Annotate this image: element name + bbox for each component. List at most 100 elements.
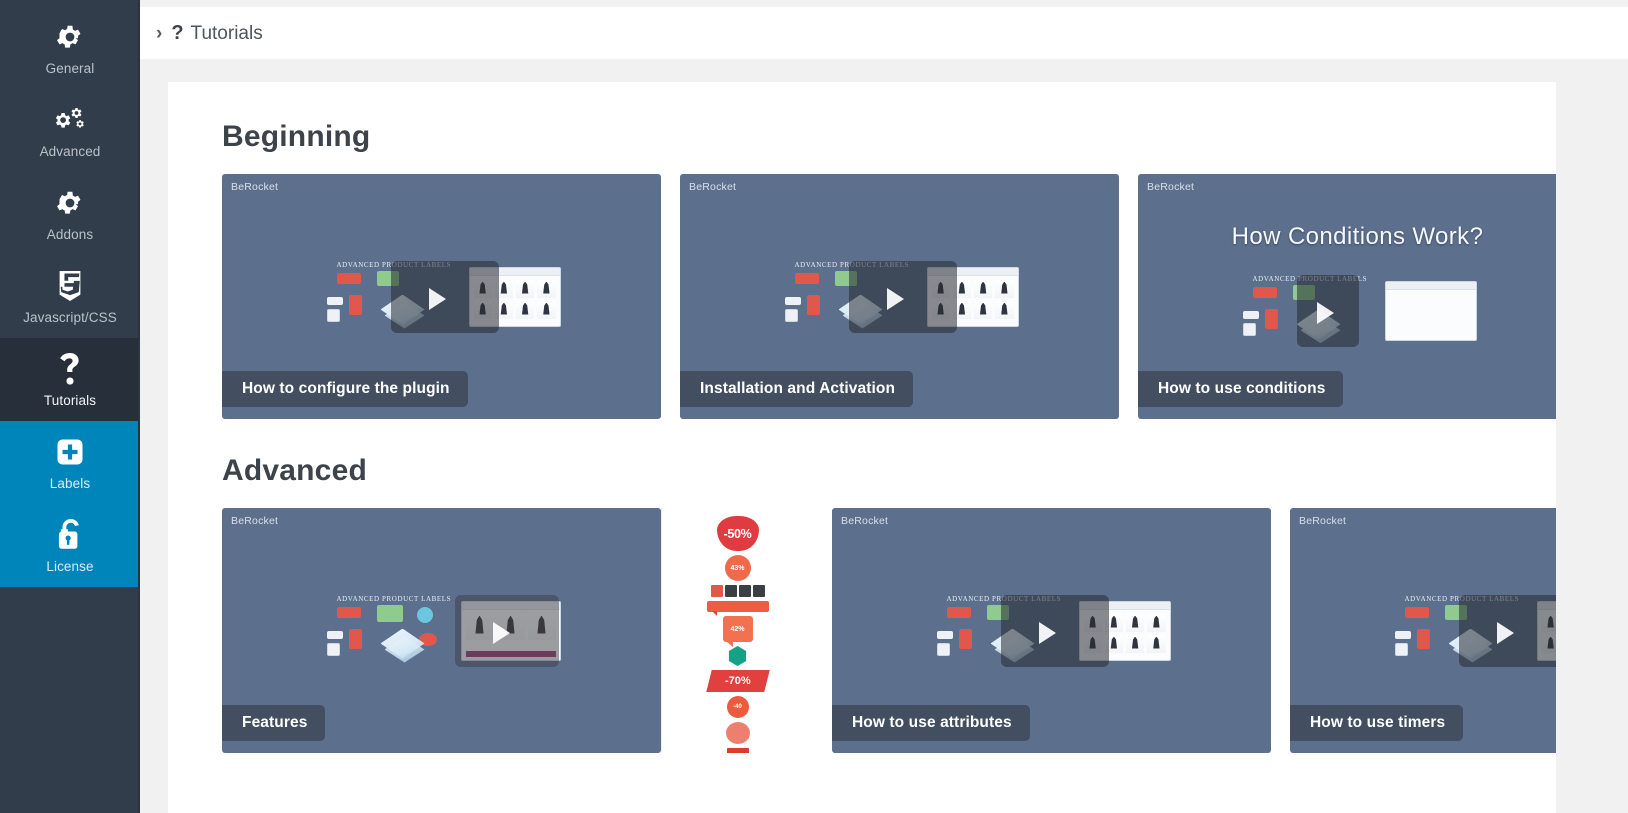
watermark-berocket: BeRocket — [231, 515, 279, 527]
sidebar-item-general[interactable]: General — [0, 6, 140, 89]
content-panel: Beginning BeRocket ADVANCED PRODUCT LABE… — [168, 82, 1556, 813]
label-badge-timer — [710, 585, 765, 597]
label-badge-dot: -40 — [726, 696, 749, 718]
thumb-badge-box — [784, 308, 798, 322]
plus-square-icon — [4, 435, 136, 469]
css3-icon — [4, 269, 136, 303]
thumb-badge-tag — [1264, 309, 1278, 330]
sidebar-item-labels[interactable]: Labels — [0, 421, 140, 504]
sidebar: General Advanced Addons Javascript/CSS T… — [0, 0, 140, 813]
sidebar-item-license[interactable]: License — [0, 504, 140, 587]
sidebar-group-blue: Labels License — [0, 421, 140, 587]
video-card-configure[interactable]: BeRocket ADVANCED PRODUCT LABELS — [222, 174, 661, 419]
thumb-badge-sale — [1404, 606, 1429, 618]
play-triangle-icon[interactable] — [1038, 621, 1056, 644]
breadcrumb: › ? Tutorials — [140, 7, 1628, 59]
sidebar-filler — [0, 587, 140, 813]
sidebar-item-label: License — [46, 559, 94, 574]
sidebar-item-javascript-css[interactable]: Javascript/CSS — [0, 255, 140, 338]
thumb-badge-white — [326, 630, 343, 639]
gear-icon — [4, 20, 136, 54]
video-card-caption: How to use timers — [1290, 705, 1464, 741]
watermark-berocket: BeRocket — [841, 515, 889, 527]
video-thumbnail: ADVANCED PRODUCT LABELS — [933, 594, 1171, 667]
label-badge-parallelogram-text: -70% — [724, 675, 751, 687]
video-overlay-title: How Conditions Work? — [1231, 223, 1484, 250]
thumb-badge-tag — [806, 294, 820, 315]
thumb-badge-box — [326, 308, 340, 322]
gear-icon — [4, 186, 136, 220]
video-card-caption: Installation and Activation — [680, 371, 914, 407]
thumb-badge-white — [326, 296, 343, 305]
thumb-badge-white — [1242, 311, 1259, 320]
label-badge-stamp — [725, 722, 750, 744]
question-icon — [4, 352, 136, 386]
sidebar-item-label: Labels — [49, 476, 91, 491]
thumb-badge-tag — [958, 628, 972, 649]
video-card-conditions[interactable]: BeRocket How Conditions Work? ADVANCED P… — [1138, 174, 1556, 419]
label-badge-hex — [728, 646, 747, 666]
gears-icon — [4, 103, 136, 137]
play-triangle-icon[interactable] — [428, 287, 446, 310]
watermark-berocket: BeRocket — [1299, 515, 1347, 527]
video-card-installation[interactable]: BeRocket ADVANCED PRODUCT LABELS — [680, 174, 1119, 419]
video-thumbnail: ADVANCED PRODUCT LABELS — [323, 260, 561, 333]
play-triangle-icon[interactable] — [1316, 302, 1334, 325]
label-badge-box — [726, 748, 749, 753]
sidebar-item-addons[interactable]: Addons — [0, 172, 140, 255]
thumb-condition-rows — [1386, 290, 1476, 302]
thumb-screen-bar — [1385, 282, 1476, 291]
sidebar-item-label: Advanced — [39, 144, 101, 159]
label-badge-burst: -50% — [716, 516, 759, 551]
sidebar-item-advanced[interactable]: Advanced — [0, 89, 140, 172]
video-card-caption: Features — [222, 705, 326, 741]
thumb-badge-tag — [348, 294, 362, 315]
play-triangle-icon[interactable] — [886, 287, 904, 310]
pane-gap — [140, 59, 1628, 82]
thumb-badge-cyan — [416, 606, 433, 623]
sidebar-item-label: Addons — [46, 227, 94, 242]
video-card-caption: How to use conditions — [1138, 371, 1344, 407]
feature-card-wrap: BeRocket ADVANCED PRODUCT LABELS Feature… — [222, 508, 813, 753]
sidebar-item-label: Tutorials — [43, 393, 97, 408]
label-badge-circle: 43% — [724, 555, 751, 581]
thumb-badge-tag — [348, 628, 362, 649]
video-card-timers[interactable]: BeRocket ADVANCED PRODUCT LABELS — [1290, 508, 1556, 753]
play-triangle-icon[interactable] — [1496, 621, 1514, 644]
thumb-badge-box — [1394, 642, 1408, 656]
thumb-badge-white — [1394, 630, 1411, 639]
video-card-caption: How to configure the plugin — [222, 371, 468, 407]
sidebar-item-tutorials[interactable]: Tutorials — [0, 338, 140, 421]
label-badge-ribbon — [706, 601, 769, 616]
thumb-badge-sale — [946, 606, 971, 618]
thumb-badge-white — [784, 296, 801, 305]
thumb-badge-white — [936, 630, 953, 639]
thumb-screen — [1384, 281, 1477, 342]
video-card-features[interactable]: BeRocket ADVANCED PRODUCT LABELS Feature… — [222, 508, 661, 753]
card-row-advanced: BeRocket ADVANCED PRODUCT LABELS Feature… — [222, 508, 1556, 753]
sidebar-item-label: General — [45, 61, 95, 76]
main-pane: › ? Tutorials Beginning BeRocket ADVANCE… — [140, 0, 1628, 813]
sidebar-item-label: Javascript/CSS — [23, 310, 117, 325]
question-mark-icon: ? — [171, 22, 184, 44]
video-card-attributes[interactable]: BeRocket ADVANCED PRODUCT LABELS — [832, 508, 1271, 753]
video-thumbnail: ADVANCED PRODUCT LABELS — [781, 260, 1019, 333]
label-badge-parallelogram: -70% — [705, 670, 770, 692]
section-title-beginning: Beginning — [222, 120, 371, 153]
watermark-berocket: BeRocket — [1147, 181, 1195, 193]
play-triangle-icon[interactable] — [492, 621, 510, 644]
chevron-right-icon[interactable]: › — [156, 24, 162, 43]
top-strip — [140, 0, 1628, 7]
label-gallery-panel: -50% 43% 42% -70% -40 — [661, 508, 813, 753]
thumb-badge-box — [936, 642, 950, 656]
breadcrumb-title: Tutorials — [190, 22, 263, 44]
thumbnail-heading: ADVANCED PRODUCT LABELS — [336, 594, 452, 603]
video-thumbnail: ADVANCED PRODUCT LABELS — [1239, 275, 1477, 348]
watermark-berocket: BeRocket — [231, 181, 279, 193]
video-card-caption: How to use attributes — [832, 705, 1030, 741]
thumb-badge-tag — [1416, 628, 1430, 649]
video-thumbnail: ADVANCED PRODUCT LABELS — [1391, 594, 1556, 667]
thumb-badge-box — [326, 642, 340, 656]
watermark-berocket: BeRocket — [689, 181, 737, 193]
app-root: General Advanced Addons Javascript/CSS T… — [0, 0, 1628, 813]
